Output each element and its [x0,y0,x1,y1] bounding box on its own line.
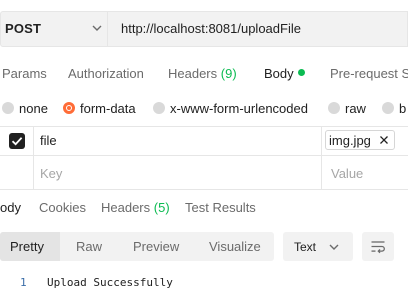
chevron-down-icon [329,244,339,250]
table-divider [0,126,408,127]
response-tab-headers-label: Headers [101,200,151,215]
url-text: http://localhost:8081/uploadFile [121,21,301,36]
table-column-divider [33,126,34,189]
radio-raw[interactable] [328,102,340,114]
method-label: POST [5,21,42,36]
chevron-down-icon[interactable] [90,21,104,35]
view-mode-pretty[interactable]: Pretty [10,239,44,254]
radio-raw-label[interactable]: raw [345,101,366,116]
radio-none-label[interactable]: none [19,101,48,116]
view-mode-raw[interactable]: Raw [76,239,102,254]
radio-form-data-label[interactable]: form-data [80,101,136,116]
tab-headers[interactable]: Headers (9) [168,66,237,81]
checkbox-checked-icon[interactable] [9,133,25,149]
table-divider [0,189,408,190]
response-tab-test-results[interactable]: Test Results [185,200,256,215]
table-divider [0,155,408,156]
response-tab-cookies[interactable]: Cookies [39,200,86,215]
view-mode-visualize[interactable]: Visualize [209,239,261,254]
body-indicator-dot [298,69,305,76]
radio-urlencoded[interactable] [153,102,165,114]
radio-urlencoded-label[interactable]: x-www-form-urlencoded [170,101,308,116]
tab-headers-count: (9) [220,66,237,81]
format-select-label: Text [294,240,317,254]
close-icon[interactable] [378,134,390,146]
value-input-placeholder[interactable]: Value [331,166,363,181]
radio-binary-label[interactable]: b [399,101,406,116]
tab-params[interactable]: Params [2,66,47,81]
radio-none[interactable] [2,102,14,114]
table-column-divider [321,126,322,189]
tab-authorization[interactable]: Authorization [68,66,144,81]
radio-binary[interactable] [382,102,394,114]
radio-form-data[interactable] [63,102,75,114]
response-tab-headers[interactable]: Headers (5) [101,200,170,215]
tab-body[interactable]: Body [264,66,294,81]
wrap-lines-icon [371,241,385,254]
line-number: 1 [20,276,27,289]
key-input-placeholder[interactable]: Key [40,166,62,181]
tab-headers-label: Headers [168,66,218,81]
file-chip-name: img.jpg [329,133,371,148]
tab-pre-request[interactable]: Pre-request S [330,66,408,81]
wrap-lines-button[interactable] [362,232,394,261]
response-tab-headers-count: (5) [153,200,170,215]
form-key-cell[interactable]: file [40,133,57,148]
response-line-text: Upload Successfully [47,276,173,289]
response-tab-body[interactable]: ody [0,200,21,215]
view-mode-preview[interactable]: Preview [133,239,179,254]
